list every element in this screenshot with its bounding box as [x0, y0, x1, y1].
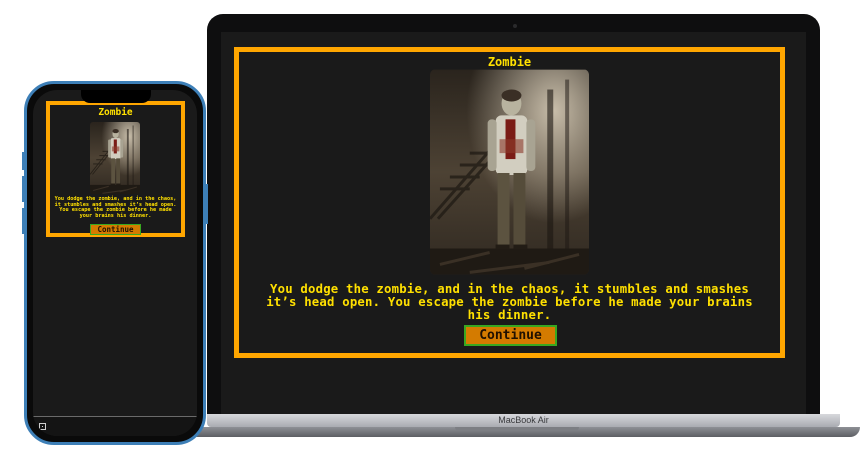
tabs-icon[interactable]: [39, 423, 46, 430]
laptop-screen: Zombie You dodge the zombie, and in the …: [221, 32, 806, 416]
continue-button-mobile[interactable]: Continue: [90, 224, 141, 235]
browser-toolbar: [33, 416, 197, 436]
scene-title-mobile: Zombie: [98, 107, 133, 118]
scene-title: Zombie: [487, 55, 532, 69]
scene-card: Zombie You dodge the zombie, and in the …: [234, 47, 785, 358]
phone-notch: [81, 90, 151, 103]
scene-story-text: You dodge the zombie, and in the chaos, …: [266, 282, 753, 322]
zombie-image: [430, 69, 589, 275]
device-label: MacBook Air: [498, 415, 549, 425]
zombie-image-mobile: [90, 122, 140, 194]
continue-button[interactable]: Continue: [464, 325, 557, 346]
scene-story-text-mobile: You dodge the zombie, and in the chaos, …: [54, 196, 177, 220]
scene-card-mobile: Zombie You dodge the zombie, and in the …: [46, 101, 185, 237]
phone-screen: Zombie You dodge the zombie, and in the …: [33, 90, 197, 436]
lid-opener-notch: [455, 427, 579, 431]
camera-icon: [513, 24, 517, 28]
phone-body: Zombie You dodge the zombie, and in the …: [24, 81, 206, 445]
laptop-lid: Zombie You dodge the zombie, and in the …: [207, 14, 820, 416]
laptop-base: MacBook Air: [187, 414, 860, 442]
